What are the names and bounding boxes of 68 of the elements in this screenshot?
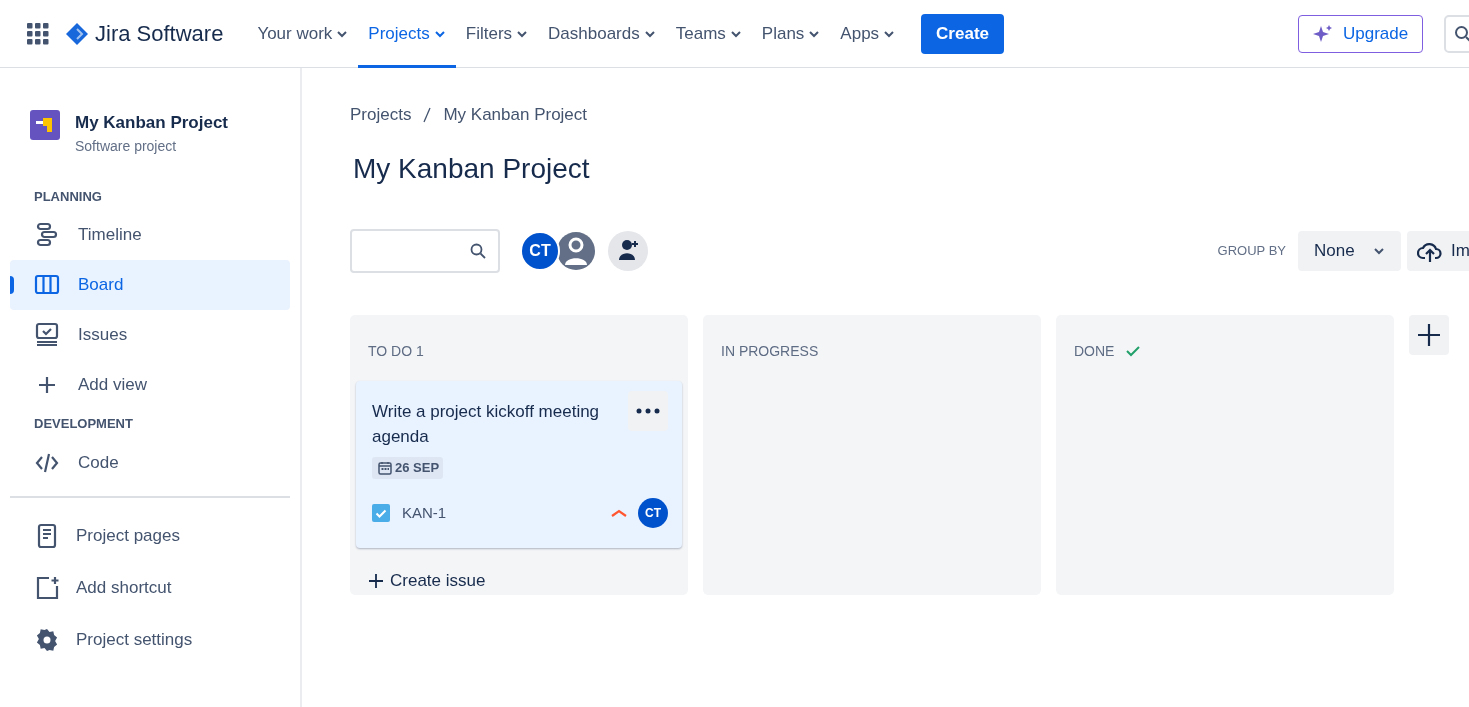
caret-icon bbox=[433, 28, 446, 39]
group-by-dropdown[interactable]: None bbox=[1298, 231, 1401, 272]
column-title: TO DO 1 bbox=[368, 341, 424, 361]
chevron-icon bbox=[1373, 246, 1385, 257]
plus-icon bbox=[368, 572, 384, 589]
gear-icon bbox=[34, 626, 60, 653]
priority-icon bbox=[610, 507, 628, 518]
column-title: DONE bbox=[1074, 341, 1115, 361]
nav-tab[interactable]: Projects bbox=[358, 0, 456, 68]
product-name: Jira Software bbox=[95, 20, 224, 48]
issue-key: KAN-1 bbox=[402, 501, 447, 525]
nav-tab[interactable]: Plans bbox=[751, 0, 831, 68]
page-title: My Kanban Project bbox=[353, 151, 591, 186]
nav-tab[interactable]: Apps bbox=[830, 0, 906, 68]
nav-tab[interactable]: Your work bbox=[247, 0, 359, 68]
import-button[interactable]: Im bbox=[1407, 231, 1469, 272]
nav-tab[interactable]: Filters bbox=[455, 0, 539, 68]
calendar-icon bbox=[378, 460, 392, 475]
caret-icon bbox=[729, 28, 742, 39]
task-checkbox-icon bbox=[372, 503, 390, 522]
project-type: Software project bbox=[75, 136, 178, 156]
assignee-avatar[interactable]: CT bbox=[638, 497, 668, 528]
sidebar-item[interactable]: Board bbox=[10, 260, 290, 310]
section-heading: PLANNING bbox=[33, 187, 103, 206]
sidebar-item[interactable]: Timeline bbox=[10, 210, 290, 260]
sidebar-item[interactable]: Add view bbox=[10, 360, 290, 410]
caret-icon bbox=[643, 28, 656, 39]
add-column-button[interactable] bbox=[1409, 315, 1449, 356]
nav-tab[interactable]: Teams bbox=[665, 0, 752, 68]
add-people-icon[interactable] bbox=[608, 231, 648, 272]
user-avatar[interactable]: CT bbox=[520, 231, 560, 272]
sidebar-item[interactable]: Add shortcut bbox=[10, 561, 290, 614]
caret-icon bbox=[516, 28, 529, 39]
column-title: IN PROGRESS bbox=[721, 341, 819, 361]
section-heading: DEVELOPMENT bbox=[33, 415, 134, 433]
caret-icon bbox=[808, 28, 821, 39]
breadcrumb-link[interactable]: Projects bbox=[350, 102, 412, 128]
user-avatar[interactable] bbox=[556, 231, 596, 272]
plus-icon bbox=[1417, 323, 1441, 348]
create-button[interactable]: Create bbox=[921, 13, 1004, 54]
caret-icon bbox=[883, 28, 896, 39]
group-by-label: GROUP BY bbox=[1217, 242, 1286, 261]
search-field[interactable] bbox=[350, 229, 500, 274]
slash-icon bbox=[423, 106, 432, 123]
issue-title: Write a project kickoff meeting agenda bbox=[372, 401, 601, 449]
project-avatar-icon bbox=[30, 110, 60, 140]
app-switcher-icon[interactable] bbox=[27, 22, 49, 45]
sidebar-item[interactable]: Issues bbox=[10, 310, 290, 360]
nav-tab[interactable]: Dashboards bbox=[538, 0, 666, 68]
caret-icon bbox=[336, 28, 349, 39]
more-button[interactable] bbox=[628, 391, 668, 432]
logo-icon bbox=[65, 21, 89, 46]
due-date: 26 SEP bbox=[395, 459, 440, 478]
more-icon bbox=[636, 408, 660, 415]
monitor-icon bbox=[34, 322, 60, 348]
sidebar-item[interactable]: Project pages bbox=[10, 509, 290, 562]
search-icon bbox=[1454, 24, 1469, 43]
sidebar-item[interactable]: Code bbox=[10, 437, 290, 488]
sparkle-icon bbox=[1313, 23, 1333, 44]
add-shortcut-icon bbox=[34, 574, 60, 601]
breadcrumb-link[interactable]: My Kanban Project bbox=[443, 102, 588, 128]
upgrade-button[interactable]: Upgrade bbox=[1298, 14, 1424, 53]
timeline-icon bbox=[34, 222, 60, 248]
create-issue-button[interactable]: Create issue bbox=[356, 563, 498, 598]
sidebar-item[interactable]: Project settings bbox=[10, 613, 290, 666]
search-icon bbox=[470, 243, 486, 260]
issue-card[interactable]: Write a project kickoff meeting agenda 26 SEP KAN-1 CT bbox=[356, 381, 682, 548]
project-name: My Kanban Project bbox=[75, 112, 229, 134]
